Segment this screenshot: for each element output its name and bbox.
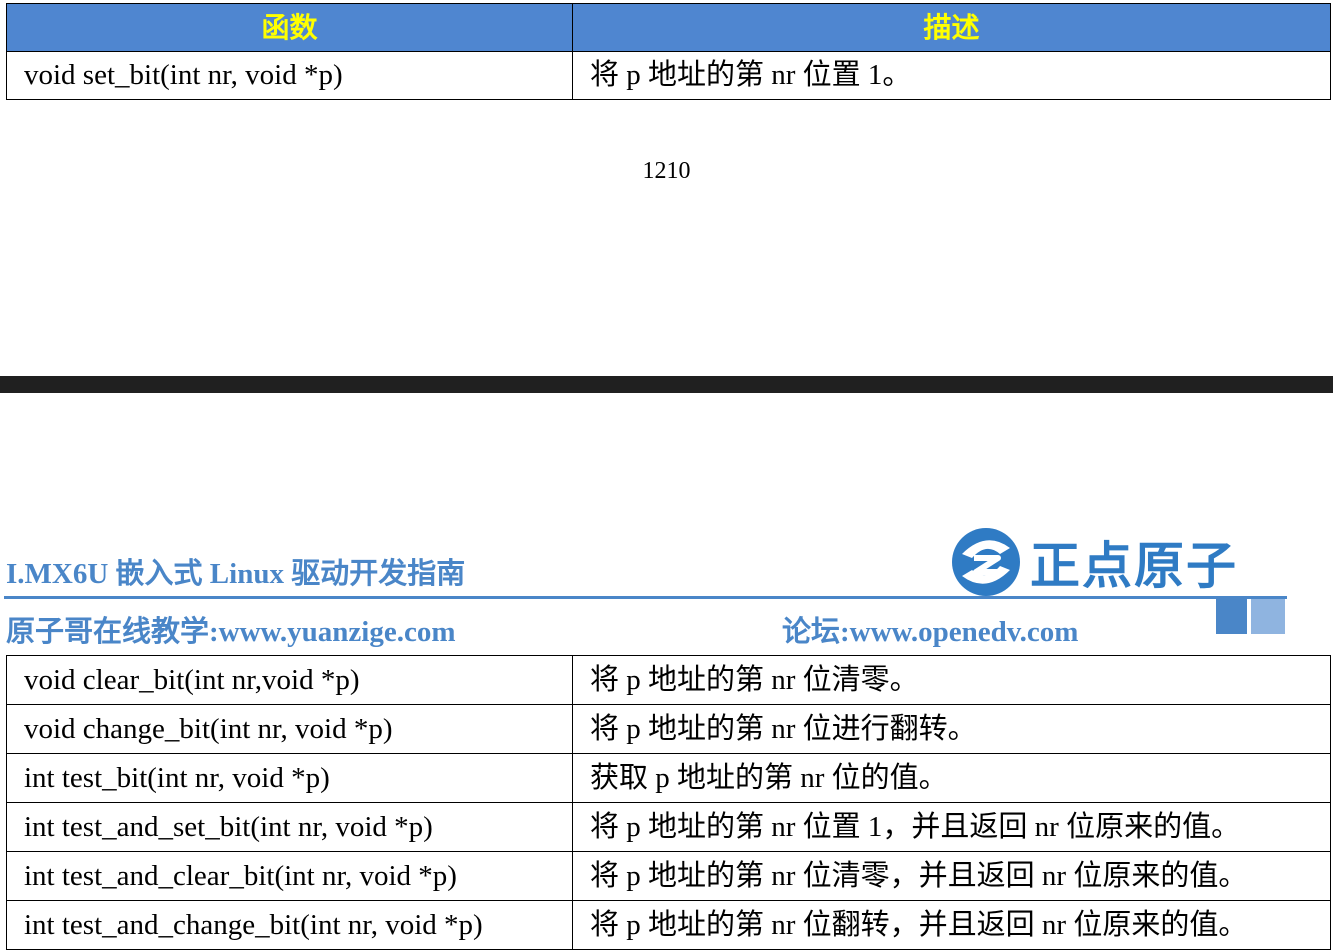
- function-cell: int test_and_clear_bit(int nr, void *p): [6, 851, 573, 901]
- table-row: int test_bit(int nr, void *p) 获取 p 地址的第 …: [6, 753, 1331, 803]
- table-row: void clear_bit(int nr,void *p) 将 p 地址的第 …: [6, 655, 1331, 705]
- description-cell: 将 p 地址的第 nr 位清零，并且返回 nr 位原来的值。: [572, 851, 1331, 901]
- table-row: int test_and_set_bit(int nr, void *p) 将 …: [6, 802, 1331, 852]
- forum-link[interactable]: 论坛:www.openedv.com: [782, 608, 1078, 650]
- description-cell: 将 p 地址的第 nr 位清零。: [572, 655, 1331, 705]
- table-header-row: 函数 描述: [6, 3, 1331, 52]
- table-row: int test_and_clear_bit(int nr, void *p) …: [6, 851, 1331, 901]
- description-cell: 将 p 地址的第 nr 位置 1，并且返回 nr 位原来的值。: [572, 802, 1331, 852]
- page-number: 1210: [642, 158, 691, 184]
- site-link[interactable]: 原子哥在线教学:www.yuanzige.com: [6, 608, 455, 650]
- brand-logo: 正点原子: [948, 522, 1258, 600]
- function-cell: void change_bit(int nr, void *p): [6, 704, 573, 754]
- brand-swirl-logo-icon: [952, 528, 1020, 596]
- header-decoration-dark: [1216, 599, 1247, 634]
- function-cell: int test_and_change_bit(int nr, void *p): [6, 900, 573, 950]
- page-divider: [0, 376, 1333, 393]
- document-title: I.MX6U 嵌入式 Linux 驱动开发指南: [6, 558, 466, 590]
- description-cell: 获取 p 地址的第 nr 位的值。: [572, 753, 1331, 803]
- description-cell: 将 p 地址的第 nr 位进行翻转。: [572, 704, 1331, 754]
- function-cell: int test_and_set_bit(int nr, void *p): [6, 802, 573, 852]
- header-decoration-light: [1251, 599, 1285, 634]
- table-row: void change_bit(int nr, void *p) 将 p 地址的…: [6, 704, 1331, 754]
- table-row: int test_and_change_bit(int nr, void *p)…: [6, 900, 1331, 950]
- function-cell: void clear_bit(int nr,void *p): [6, 655, 573, 705]
- header-function: 函数: [6, 3, 573, 52]
- function-cell: void set_bit(int nr, void *p): [6, 51, 573, 100]
- header-rule: [4, 596, 1287, 599]
- function-table-bottom: void clear_bit(int nr,void *p) 将 p 地址的第 …: [6, 655, 1331, 950]
- function-table-top: 函数 描述 void set_bit(int nr, void *p) 将 p …: [6, 3, 1331, 100]
- brand-logo-text: 正点原子: [1030, 537, 1238, 595]
- table-row: void set_bit(int nr, void *p) 将 p 地址的第 n…: [6, 51, 1331, 100]
- header-description: 描述: [572, 3, 1331, 52]
- function-cell: int test_bit(int nr, void *p): [6, 753, 573, 803]
- description-cell: 将 p 地址的第 nr 位置 1。: [572, 51, 1331, 100]
- description-cell: 将 p 地址的第 nr 位翻转，并且返回 nr 位原来的值。: [572, 900, 1331, 950]
